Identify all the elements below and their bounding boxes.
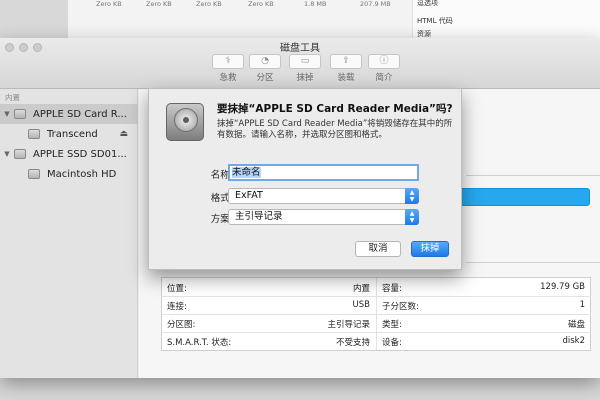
dialog-title: 要抹掉“APPLE SD Card Reader Media”吗? bbox=[217, 103, 453, 115]
erase-button[interactable]: 抹掉 bbox=[411, 241, 449, 257]
info-location: 位置: 内置 bbox=[162, 278, 376, 297]
toolbar-erase[interactable]: ▭ 抹掉 bbox=[283, 54, 327, 83]
info-capacity: 容量: 129.79 GB bbox=[377, 278, 591, 297]
disclosure-triangle-icon[interactable]: ▼ bbox=[0, 110, 14, 118]
sidebar: 内置 ▼ APPLE SD Card R... Transcend ⏏ ▼ AP… bbox=[0, 89, 138, 378]
bg-stat: Zero KB bbox=[248, 0, 274, 8]
toolbar-label: 分区 bbox=[256, 73, 274, 83]
erase-dialog: 要抹掉“APPLE SD Card Reader Media”吗? 抹掉“APP… bbox=[148, 88, 462, 270]
sidebar-item-label: APPLE SSD SD01... bbox=[33, 148, 127, 160]
info-connection: 连接: USB bbox=[162, 296, 376, 315]
name-input[interactable]: 未命名 bbox=[228, 164, 419, 181]
info-icon: ⓘ bbox=[379, 56, 389, 66]
eraser-icon: ▭ bbox=[300, 56, 310, 66]
bg-stat: Zero KB bbox=[96, 0, 122, 8]
info-device: 设备: disk2 bbox=[382, 336, 585, 348]
bg-stat: Zero KB bbox=[146, 0, 172, 8]
bg-stat: 1.8 MB bbox=[304, 0, 327, 8]
hard-drive-icon bbox=[166, 103, 204, 141]
bg-inspector-item: HTML 代码 bbox=[417, 17, 453, 25]
volume-icon bbox=[28, 129, 40, 139]
bg-stat: 207.9 MB bbox=[360, 0, 391, 8]
sidebar-item-label: Transcend bbox=[47, 128, 98, 140]
name-value: 未命名 bbox=[232, 167, 261, 178]
eject-icon[interactable]: ⏏ bbox=[119, 129, 128, 139]
bg-inspector-item: 逗选项 bbox=[417, 0, 438, 7]
divider bbox=[466, 175, 600, 176]
scheme-label: 方案: bbox=[210, 214, 233, 225]
toolbar-info[interactable]: ⓘ 简介 bbox=[362, 54, 406, 83]
info-partition-map: 分区图: 主引导记录 bbox=[162, 314, 376, 333]
format-label: 格式: bbox=[210, 193, 233, 204]
toolbar-partition[interactable]: ◔ 分区 bbox=[243, 54, 287, 83]
format-select[interactable]: ExFAT ▲ ▼ bbox=[228, 188, 419, 204]
sidebar-item-transcend[interactable]: Transcend ⏏ bbox=[0, 124, 138, 144]
stethoscope-icon: ⚕ bbox=[225, 56, 231, 66]
volume-icon bbox=[28, 169, 40, 179]
mount-icon: ⇪ bbox=[342, 56, 350, 66]
disk-icon bbox=[14, 149, 26, 159]
toolbar-label: 抹掉 bbox=[296, 73, 314, 83]
titlebar: 磁盘工具 ⚕ 急救 ◔ 分区 ▭ 抹掉 ⇪ 装载 ⓘ 简介 bbox=[0, 38, 600, 89]
disk-icon bbox=[14, 109, 26, 119]
info-child-count: 子分区数: 1 bbox=[377, 296, 591, 315]
info-table: 位置: 内置 连接: USB 分区图: 主引导记录 S.M.A.R.T. 状态: 不受支… bbox=[161, 277, 591, 351]
sidebar-section-internal: 内置 bbox=[5, 93, 20, 102]
info-type: 类型: 磁盘 bbox=[377, 314, 591, 333]
scheme-select[interactable]: 主引导记录 ▲ ▼ bbox=[228, 209, 419, 225]
cancel-button[interactable]: 取消 bbox=[355, 241, 401, 257]
sidebar-item-apple-sd-card[interactable]: ▼ APPLE SD Card R... bbox=[0, 104, 138, 124]
scheme-value: 主引导记录 bbox=[235, 211, 283, 222]
info-smart-status: S.M.A.R.T. 状态: 不受支持 bbox=[167, 338, 370, 348]
disclosure-triangle-icon[interactable]: ▼ bbox=[0, 150, 14, 158]
pie-icon: ◔ bbox=[261, 56, 269, 66]
sidebar-item-label: Macintosh HD bbox=[47, 168, 117, 180]
name-label: 名称: bbox=[210, 170, 233, 181]
sidebar-item-label: APPLE SD Card R... bbox=[33, 108, 127, 120]
sidebar-item-apple-ssd[interactable]: ▼ APPLE SSD SD01... bbox=[0, 144, 138, 164]
chevron-updown-icon: ▲ ▼ bbox=[405, 188, 419, 204]
bg-stat: Zero KB bbox=[196, 0, 222, 8]
sidebar-item-macintosh-hd[interactable]: Macintosh HD bbox=[0, 164, 138, 184]
toolbar-label: 简介 bbox=[375, 73, 393, 83]
chevron-updown-icon: ▲ ▼ bbox=[405, 209, 419, 225]
dialog-message: 抹掉“APPLE SD Card Reader Media”将销毁储存在其中的所… bbox=[217, 119, 453, 140]
format-value: ExFAT bbox=[235, 190, 263, 201]
window-title: 磁盘工具 bbox=[280, 43, 320, 54]
divider bbox=[466, 262, 600, 263]
